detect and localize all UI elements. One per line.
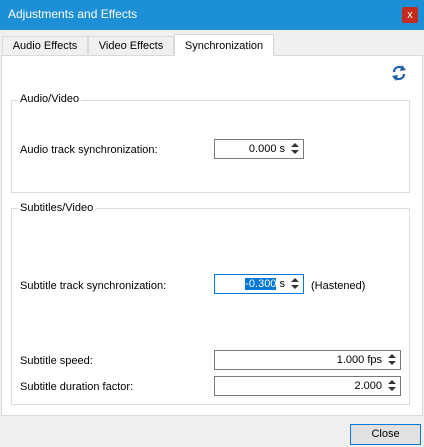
subtitle-sync-value: -0.300 s bbox=[245, 278, 285, 290]
chevron-down-icon[interactable] bbox=[388, 387, 396, 391]
tab-strip: Audio Effects Video Effects Synchronizat… bbox=[0, 34, 424, 56]
chevron-down-icon[interactable] bbox=[388, 361, 396, 365]
spin-arrows[interactable] bbox=[386, 379, 398, 393]
audio-sync-value: 0.000 s bbox=[248, 143, 285, 155]
subtitle-sync-spinbox[interactable]: -0.300 s bbox=[214, 274, 304, 294]
subtitle-duration-spinbox[interactable]: 2.000 bbox=[214, 376, 401, 396]
spin-arrows[interactable] bbox=[386, 353, 398, 367]
refresh-icon[interactable] bbox=[390, 64, 408, 82]
chevron-up-icon[interactable] bbox=[388, 380, 396, 384]
chevron-up-icon[interactable] bbox=[388, 354, 396, 358]
tab-audio-effects[interactable]: Audio Effects bbox=[2, 36, 88, 54]
window-title: Adjustments and Effects bbox=[8, 7, 138, 21]
subtitle-speed-value: 1.000 fps bbox=[336, 354, 382, 366]
subtitle-speed-spinbox[interactable]: 1.000 fps bbox=[214, 350, 401, 370]
subtitle-sync-status: (Hastened) bbox=[311, 280, 366, 292]
subtitle-speed-label: Subtitle speed: bbox=[20, 355, 93, 367]
subtitle-sync-unit: s bbox=[276, 278, 285, 290]
spin-arrows[interactable] bbox=[289, 277, 301, 291]
subtitle-duration-value: 2.000 bbox=[354, 380, 382, 392]
adjustments-window: Adjustments and Effects x Audio Effects … bbox=[0, 0, 424, 447]
title-bar[interactable]: Adjustments and Effects x bbox=[0, 0, 424, 30]
subtitle-sync-label: Subtitle track synchronization: bbox=[20, 280, 167, 292]
tab-video-effects[interactable]: Video Effects bbox=[88, 36, 174, 54]
audio-sync-spinbox[interactable]: 0.000 s bbox=[214, 139, 304, 159]
close-button[interactable]: Close bbox=[350, 424, 421, 445]
window-close-button[interactable]: x bbox=[402, 7, 418, 23]
audio-video-group-title: Audio/Video bbox=[18, 93, 82, 105]
chevron-down-icon[interactable] bbox=[291, 150, 299, 154]
chevron-down-icon[interactable] bbox=[291, 285, 299, 289]
subtitle-duration-label: Subtitle duration factor: bbox=[20, 381, 134, 393]
chevron-up-icon[interactable] bbox=[291, 143, 299, 147]
audio-sync-label: Audio track synchronization: bbox=[20, 144, 158, 156]
subtitles-video-group-title: Subtitles/Video bbox=[18, 202, 96, 214]
chevron-up-icon[interactable] bbox=[291, 278, 299, 282]
spin-arrows[interactable] bbox=[289, 142, 301, 156]
subtitle-sync-selected-value: -0.300 bbox=[245, 278, 277, 290]
tab-synchronization[interactable]: Synchronization bbox=[174, 34, 274, 56]
